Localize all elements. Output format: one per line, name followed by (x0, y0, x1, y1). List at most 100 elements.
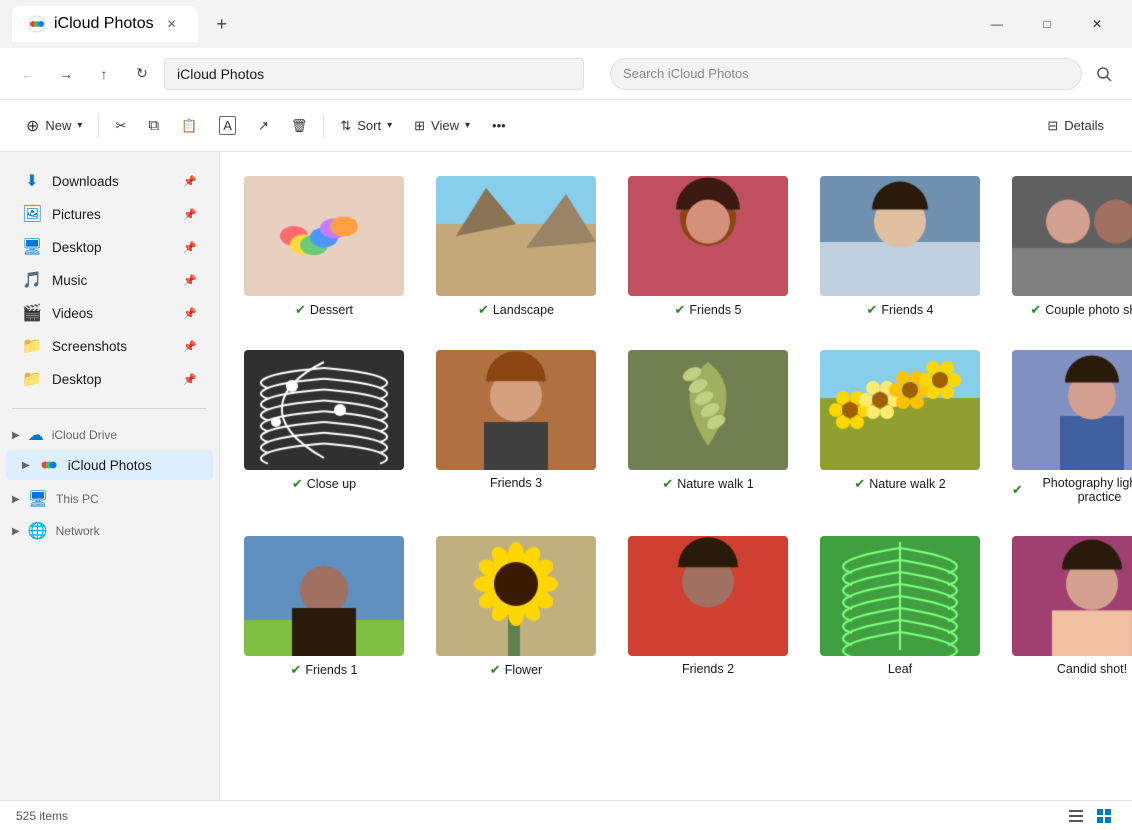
up-button[interactable]: ↑ (88, 58, 120, 90)
photo-text-dessert: Dessert (310, 303, 353, 317)
new-tab-button[interactable]: + (206, 8, 238, 40)
photo-thumb-landscape (436, 176, 596, 296)
sidebar-item-icloud-photos[interactable]: ▶ iCloud Photos (6, 450, 213, 480)
photo-text-flower: Flower (505, 663, 543, 677)
photo-text-friends1: Friends 1 (305, 663, 357, 677)
content-grid: ✔Dessert✔Landscape✔Friends 5✔Friends 4✔C… (220, 152, 1132, 800)
photo-text-friends3: Friends 3 (490, 476, 542, 490)
share-icon: ↗ (258, 118, 269, 134)
photo-item-friends1[interactable]: ✔Friends 1 (236, 528, 412, 686)
sidebar-label-icloud-drive: iCloud Drive (52, 428, 117, 442)
tab-label: iCloud Photos (54, 15, 154, 33)
photo-item-landscape[interactable]: ✔Landscape (428, 168, 604, 326)
sidebar-item-videos[interactable]: 🎬 Videos 📌 (6, 297, 213, 329)
search-field[interactable]: Search iCloud Photos (610, 58, 1082, 90)
check-icon-friends5: ✔ (674, 302, 685, 318)
back-button[interactable]: ← (12, 58, 44, 90)
sort-icon: ⇅ (340, 118, 351, 134)
photo-thumb-friends4 (820, 176, 980, 296)
pin-icon-screenshots: 📌 (183, 340, 197, 353)
photo-item-friends3[interactable]: Friends 3 (428, 342, 604, 512)
minimize-button[interactable]: — (974, 8, 1020, 40)
toolbar-separator-1 (98, 114, 99, 138)
rename-button[interactable]: A (209, 108, 246, 144)
sidebar-item-pictures[interactable]: 🖼 Pictures 📌 (6, 198, 213, 230)
photo-label-friends3: Friends 3 (490, 476, 542, 490)
photo-item-friends2[interactable]: Friends 2 (620, 528, 796, 686)
photo-label-friends2: Friends 2 (682, 662, 734, 676)
paste-icon: 📋 (181, 118, 197, 134)
close-window-button[interactable]: ✕ (1074, 8, 1120, 40)
sidebar-item-music[interactable]: 🎵 Music 📌 (6, 264, 213, 296)
share-button[interactable]: ↗ (248, 108, 279, 144)
sidebar-item-downloads[interactable]: ⬇ Downloads 📌 (6, 165, 213, 197)
sidebar-label-pictures: Pictures (52, 207, 101, 222)
pictures-icon: 🖼 (22, 204, 42, 224)
photo-item-friends4[interactable]: ✔Friends 4 (812, 168, 988, 326)
photo-label-close-up: ✔Close up (292, 476, 356, 492)
toolbar: ⊕ New ▾ ✂ ⧉ 📋 A ↗ 🗑 ⇅ Sort ▾ ⊞ View ▾ ••… (0, 100, 1132, 152)
details-button[interactable]: ⊟ Details (1035, 108, 1116, 144)
search-button[interactable] (1088, 58, 1120, 90)
refresh-button[interactable]: ↻ (126, 58, 158, 90)
forward-button[interactable]: → (50, 58, 82, 90)
photo-thumb-leaf (820, 536, 980, 656)
grid-view-icon (1096, 808, 1112, 824)
pin-icon-desktop2: 📌 (183, 373, 197, 386)
more-button[interactable]: ••• (482, 108, 516, 144)
photo-item-candid-shot[interactable]: Candid shot! (1004, 528, 1132, 686)
grid-view-button[interactable] (1092, 804, 1116, 828)
item-count: 525 items (16, 809, 68, 823)
pin-icon-pictures: 📌 (183, 208, 197, 221)
photo-thumb-friends1 (244, 536, 404, 656)
address-field[interactable]: iCloud Photos (164, 58, 584, 90)
close-tab-button[interactable]: ✕ (162, 14, 182, 34)
photo-item-close-up[interactable]: ✔Close up (236, 342, 412, 512)
photo-thumb-dessert (244, 176, 404, 296)
icloud-drive-group-icon: ☁ (28, 425, 44, 445)
photo-item-dessert[interactable]: ✔Dessert (236, 168, 412, 326)
photo-thumb-flower (436, 536, 596, 656)
photo-item-photography-lighting-practice[interactable]: ✔Photography lighting practice (1004, 342, 1132, 512)
photo-item-flower[interactable]: ✔Flower (428, 528, 604, 686)
new-button[interactable]: ⊕ New ▾ (16, 108, 92, 144)
photo-item-leaf[interactable]: Leaf (812, 528, 988, 686)
photo-thumb-couple-photo-shoot (1012, 176, 1132, 296)
photo-label-leaf: Leaf (888, 662, 912, 676)
pinned-section: ⬇ Downloads 📌 🖼 Pictures 📌 🖥 Desktop 📌 🎵… (0, 164, 219, 396)
sidebar-group-this-pc[interactable]: ▶ 🖥 This PC (0, 481, 219, 513)
photo-item-nature-walk2[interactable]: ✔Nature walk 2 (812, 342, 988, 512)
cut-button[interactable]: ✂ (105, 108, 136, 144)
photo-label-nature-walk2: ✔Nature walk 2 (854, 476, 945, 492)
photo-label-nature-walk1: ✔Nature walk 1 (662, 476, 753, 492)
list-view-button[interactable] (1064, 804, 1088, 828)
sidebar-item-desktop1[interactable]: 🖥 Desktop 📌 (6, 231, 213, 263)
sidebar-item-desktop2[interactable]: 📁 Desktop 📌 (6, 363, 213, 395)
sidebar-group-network[interactable]: ▶ 🌐 Network (0, 513, 219, 545)
delete-button[interactable]: 🗑 (281, 108, 318, 144)
paste-button[interactable]: 📋 (171, 108, 207, 144)
photo-item-friends5[interactable]: ✔Friends 5 (620, 168, 796, 326)
this-pc-icon: 🖥 (28, 489, 48, 509)
pin-icon-videos: 📌 (183, 307, 197, 320)
delete-icon: 🗑 (291, 118, 308, 134)
sidebar-item-screenshots[interactable]: 📁 Screenshots 📌 (6, 330, 213, 362)
photo-item-nature-walk1[interactable]: ✔Nature walk 1 (620, 342, 796, 512)
photo-item-couple-photo-shoot[interactable]: ✔Couple photo shoot (1004, 168, 1132, 326)
sidebar-divider-1 (12, 408, 207, 409)
new-icon: ⊕ (26, 116, 39, 136)
photo-text-nature-walk1: Nature walk 1 (677, 477, 753, 491)
sort-button[interactable]: ⇅ Sort ▾ (330, 108, 402, 144)
expand-icon-network: ▶ (12, 526, 20, 537)
photo-label-couple-photo-shoot: ✔Couple photo shoot (1030, 302, 1132, 318)
check-icon-nature-walk2: ✔ (854, 476, 865, 492)
view-button[interactable]: ⊞ View ▾ (404, 108, 480, 144)
copy-button[interactable]: ⧉ (138, 108, 169, 144)
sidebar-group-icloud-drive[interactable]: ▶ ☁ iCloud Drive (0, 417, 219, 449)
photo-thumb-candid-shot (1012, 536, 1132, 656)
photo-thumb-friends3 (436, 350, 596, 470)
check-icon-close-up: ✔ (292, 476, 303, 492)
active-tab[interactable]: iCloud Photos ✕ (12, 6, 198, 42)
maximize-button[interactable]: □ (1024, 8, 1070, 40)
view-dropdown-icon: ▾ (465, 120, 470, 131)
